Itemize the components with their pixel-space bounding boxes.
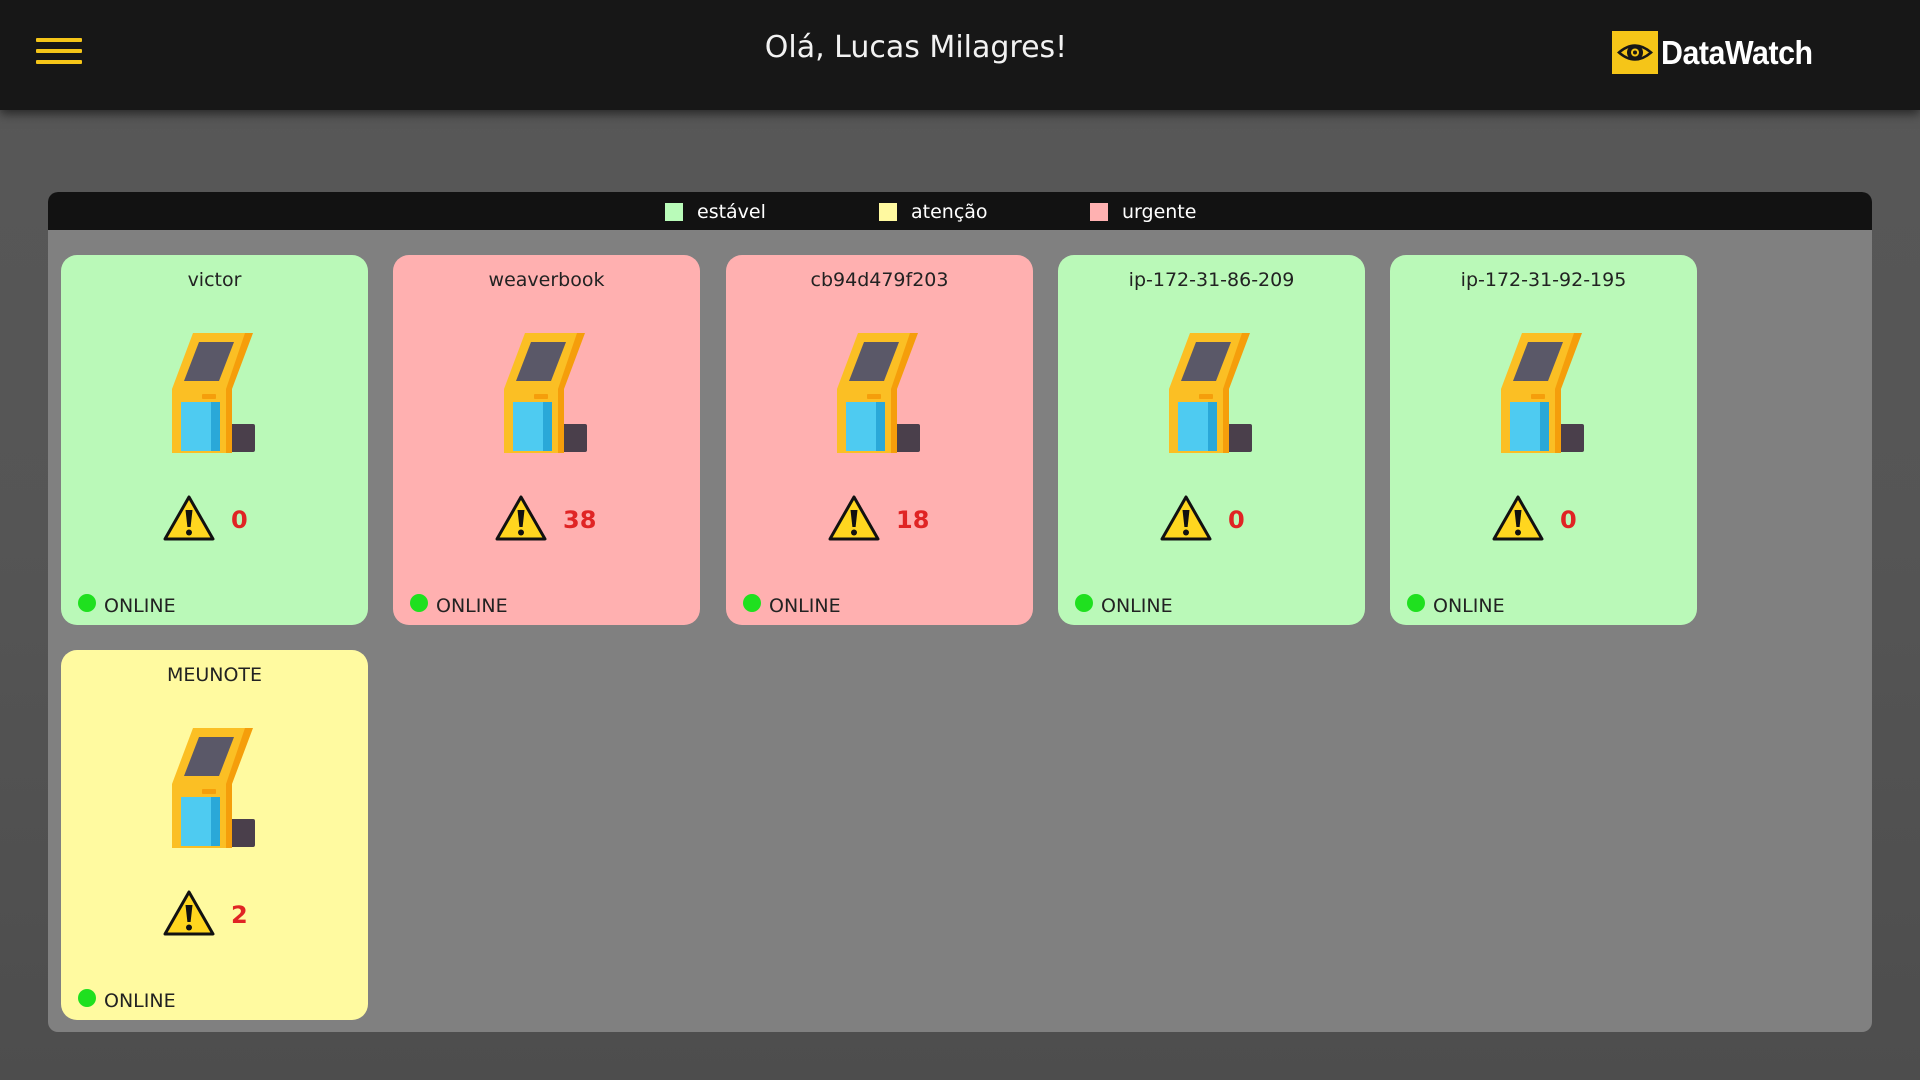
machine-card-ip-172-31-92-195[interactable]: ip-172-31-92-195 0 ONLINE bbox=[1390, 255, 1697, 625]
machine-card-ip-172-31-86-209[interactable]: ip-172-31-86-209 0 ONLINE bbox=[1058, 255, 1365, 625]
kiosk-icon bbox=[1168, 331, 1254, 459]
status-indicator: ONLINE bbox=[1075, 594, 1173, 617]
status-indicator: ONLINE bbox=[78, 594, 176, 617]
status-legend: estável atenção urgente bbox=[48, 192, 1872, 230]
legend-label-attention: atenção bbox=[911, 201, 988, 223]
alert-indicator: 0 bbox=[1160, 495, 1245, 545]
eye-icon bbox=[1612, 31, 1658, 74]
online-status-dot-icon bbox=[78, 594, 96, 612]
brand-logo[interactable]: DataWatch bbox=[1612, 31, 1826, 74]
legend-swatch-attention bbox=[879, 203, 897, 221]
machine-name: weaverbook bbox=[488, 269, 605, 291]
online-status-dot-icon bbox=[1075, 594, 1093, 612]
legend-label-urgent: urgente bbox=[1122, 201, 1197, 223]
alert-indicator: 0 bbox=[1492, 495, 1577, 545]
machine-name: MEUNOTE bbox=[166, 664, 263, 686]
kiosk-icon bbox=[171, 726, 257, 854]
alert-count: 2 bbox=[231, 901, 248, 929]
status-indicator: ONLINE bbox=[743, 594, 841, 617]
machine-card-weaverbook[interactable]: weaverbook 38 ONLINE bbox=[393, 255, 700, 625]
machine-card-victor[interactable]: victor 0 ONLINE bbox=[61, 255, 368, 625]
legend-item-stable: estável bbox=[665, 201, 766, 223]
status-label: ONLINE bbox=[104, 990, 176, 1012]
status-label: ONLINE bbox=[1101, 595, 1173, 617]
brand-name: DataWatch bbox=[1661, 33, 1813, 71]
status-indicator: ONLINE bbox=[1407, 594, 1505, 617]
warning-icon bbox=[163, 890, 215, 940]
kiosk-icon bbox=[836, 331, 922, 459]
legend-swatch-stable bbox=[665, 203, 683, 221]
legend-label-stable: estável bbox=[697, 201, 766, 223]
legend-item-attention: atenção bbox=[879, 201, 988, 223]
alert-indicator: 18 bbox=[828, 495, 929, 545]
kiosk-icon bbox=[503, 331, 589, 459]
kiosk-icon bbox=[1500, 331, 1586, 459]
warning-icon bbox=[1160, 495, 1212, 545]
machine-card-cb94d479f203[interactable]: cb94d479f203 18 ONLINE bbox=[726, 255, 1033, 625]
machine-name: victor bbox=[187, 269, 242, 291]
online-status-dot-icon bbox=[78, 989, 96, 1007]
alert-indicator: 38 bbox=[495, 495, 596, 545]
online-status-dot-icon bbox=[1407, 594, 1425, 612]
status-label: ONLINE bbox=[104, 595, 176, 617]
alert-count: 38 bbox=[563, 506, 597, 534]
status-indicator: ONLINE bbox=[410, 594, 508, 617]
alert-count: 18 bbox=[896, 506, 930, 534]
warning-icon bbox=[163, 495, 215, 545]
machines-panel: estável atenção urgente victor 0 ONLINE … bbox=[48, 192, 1872, 1032]
legend-item-urgent: urgente bbox=[1090, 201, 1196, 223]
warning-icon bbox=[1492, 495, 1544, 545]
greeting-title: Olá, Lucas Milagres! bbox=[764, 30, 1068, 65]
machine-name: ip-172-31-86-209 bbox=[1128, 269, 1295, 291]
online-status-dot-icon bbox=[410, 594, 428, 612]
status-indicator: ONLINE bbox=[78, 989, 176, 1012]
alert-count: 0 bbox=[1228, 506, 1245, 534]
warning-icon bbox=[828, 495, 880, 545]
status-label: ONLINE bbox=[1433, 595, 1505, 617]
warning-icon bbox=[495, 495, 547, 545]
alert-indicator: 2 bbox=[163, 890, 248, 940]
alert-indicator: 0 bbox=[163, 495, 248, 545]
machine-card-meunote[interactable]: MEUNOTE 2 ONLINE bbox=[61, 650, 368, 1020]
kiosk-icon bbox=[171, 331, 257, 459]
alert-count: 0 bbox=[231, 506, 248, 534]
legend-swatch-urgent bbox=[1090, 203, 1108, 221]
top-bar: Olá, Lucas Milagres! DataWatch bbox=[0, 0, 1920, 110]
status-label: ONLINE bbox=[436, 595, 508, 617]
online-status-dot-icon bbox=[743, 594, 761, 612]
status-label: ONLINE bbox=[769, 595, 841, 617]
machine-name: cb94d479f203 bbox=[810, 269, 949, 291]
machine-name: ip-172-31-92-195 bbox=[1460, 269, 1627, 291]
alert-count: 0 bbox=[1560, 506, 1577, 534]
